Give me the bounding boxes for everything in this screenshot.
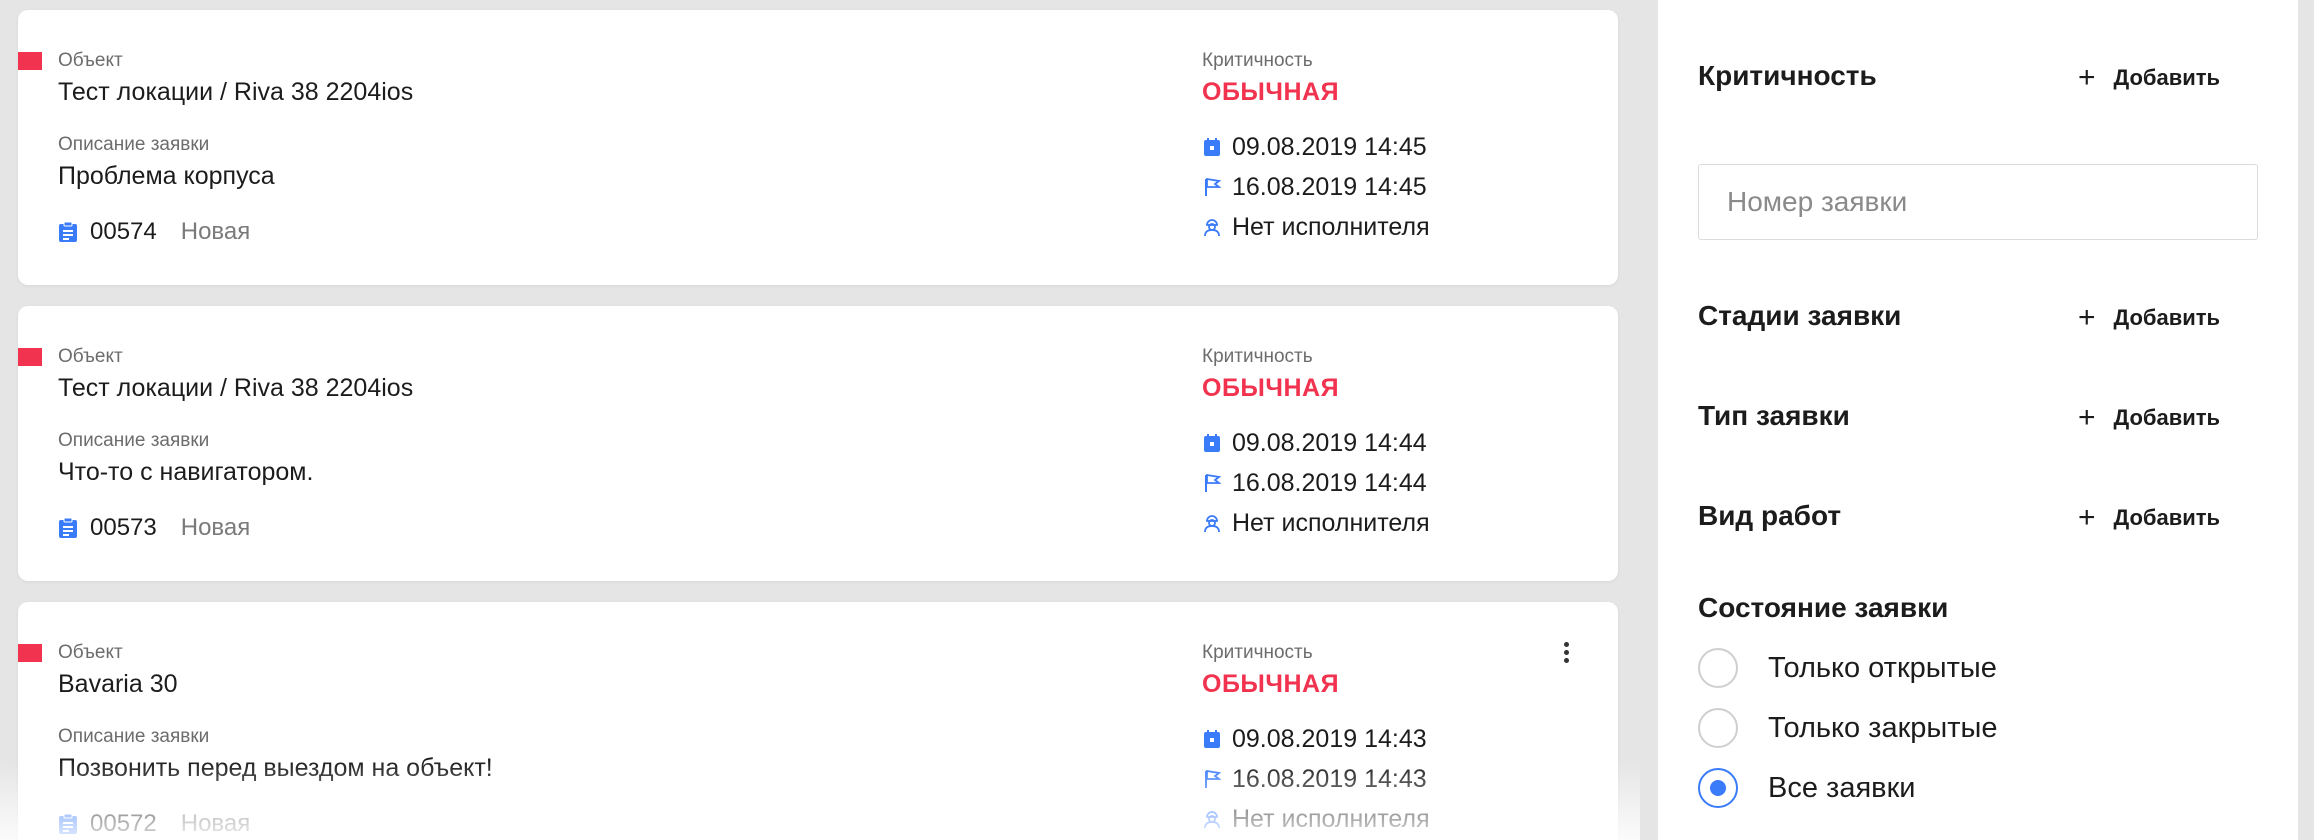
created-date: 09.08.2019 14:44 xyxy=(1232,428,1427,457)
state-option-label: Только открытые xyxy=(1768,651,1997,684)
type-filter-title: Тип заявки xyxy=(1698,400,1850,431)
ticket-card[interactable]: Объект Тест локации / Riva 38 2204ios Оп… xyxy=(18,10,1618,285)
add-label: Добавить xyxy=(2113,405,2221,430)
flag-icon xyxy=(1202,768,1222,790)
deadline-row: 16.08.2019 14:44 xyxy=(1202,466,1427,500)
calendar-icon xyxy=(1202,136,1222,158)
add-work-type-button[interactable]: + Добавить xyxy=(2078,498,2220,538)
state-option-label: Все заявки xyxy=(1768,771,1916,804)
assignee-value: Нет исполнителя xyxy=(1232,212,1430,241)
object-value: Тест локации / Riva 38 2204ios xyxy=(58,374,414,402)
plus-icon: + xyxy=(2078,301,2096,334)
add-criticality-button[interactable]: + Добавить xyxy=(2078,58,2220,98)
deadline-row: 16.08.2019 14:45 xyxy=(1202,170,1427,204)
criticality-label: Критичность xyxy=(1202,642,1313,663)
deadline-date: 16.08.2019 14:45 xyxy=(1232,172,1427,201)
assignee-row: Нет исполнителя xyxy=(1202,802,1430,836)
calendar-icon xyxy=(1202,728,1222,750)
criticality-value: ОБЫЧНАЯ xyxy=(1202,670,1340,698)
radio-button-selected[interactable] xyxy=(1698,768,1738,808)
worker-icon xyxy=(1202,216,1222,238)
work-type-filter-title: Вид работ xyxy=(1698,500,1842,531)
add-label: Добавить xyxy=(2113,305,2221,330)
worker-icon xyxy=(1202,808,1222,830)
criticality-label: Критичность xyxy=(1202,50,1313,71)
state-option-label: Только закрытые xyxy=(1768,711,1998,744)
description-value: Позвонить перед выездом на объект! xyxy=(58,754,493,782)
assignee-value: Нет исполнителя xyxy=(1232,804,1430,833)
deadline-row: 16.08.2019 14:43 xyxy=(1202,762,1427,796)
assignee-row: Нет исполнителя xyxy=(1202,210,1430,244)
ticket-status: Новая xyxy=(180,218,251,245)
state-filter-title: Состояние заявки xyxy=(1698,592,1949,623)
criticality-value: ОБЫЧНАЯ xyxy=(1202,78,1340,106)
add-label: Добавить xyxy=(2113,65,2221,90)
ticket-status: Новая xyxy=(180,514,251,541)
object-label: Объект xyxy=(58,346,123,367)
ticket-number-row: 00573 Новая xyxy=(58,512,250,544)
add-type-button[interactable]: + Добавить xyxy=(2078,398,2220,438)
object-label: Объект xyxy=(58,50,123,71)
description-label: Описание заявки xyxy=(58,430,210,451)
state-option-closed[interactable]: Только закрытые xyxy=(1698,706,1998,750)
state-option-all[interactable]: Все заявки xyxy=(1698,766,1915,810)
ticket-number-row: 00574 Новая xyxy=(58,216,250,248)
deadline-date: 16.08.2019 14:44 xyxy=(1232,468,1427,497)
criticality-value: ОБЫЧНАЯ xyxy=(1202,374,1340,402)
description-value: Что-то с навигатором. xyxy=(58,458,314,486)
criticality-flag xyxy=(18,644,42,662)
created-date-row: 09.08.2019 14:45 xyxy=(1202,130,1427,164)
worker-icon xyxy=(1202,512,1222,534)
clipboard-icon xyxy=(59,221,77,242)
add-label: Добавить xyxy=(2113,505,2221,530)
object-label: Объект xyxy=(58,642,123,663)
clipboard-icon xyxy=(59,813,77,834)
description-label: Описание заявки xyxy=(58,134,210,155)
ticket-status: Новая xyxy=(180,810,251,837)
deadline-date: 16.08.2019 14:43 xyxy=(1232,764,1427,793)
assignee-value: Нет исполнителя xyxy=(1232,508,1430,537)
radio-button[interactable] xyxy=(1698,648,1738,688)
kebab-menu-icon[interactable] xyxy=(1560,642,1572,668)
created-date-row: 09.08.2019 14:43 xyxy=(1202,722,1427,756)
filter-panel: Критичность + Добавить Стадии заявки + Д… xyxy=(1658,0,2298,840)
ticket-number: 00572 xyxy=(90,810,157,837)
radio-button[interactable] xyxy=(1698,708,1738,748)
created-date: 09.08.2019 14:45 xyxy=(1232,132,1427,161)
assignee-row: Нет исполнителя xyxy=(1202,506,1430,540)
created-date-row: 09.08.2019 14:44 xyxy=(1202,426,1427,460)
ticket-number-search-input[interactable] xyxy=(1698,164,2258,240)
criticality-flag xyxy=(18,52,42,70)
add-stage-button[interactable]: + Добавить xyxy=(2078,298,2220,338)
calendar-icon xyxy=(1202,432,1222,454)
object-value: Тест локации / Riva 38 2204ios xyxy=(58,78,414,106)
ticket-card[interactable]: Объект Bavaria 30 Описание заявки Позвон… xyxy=(18,602,1618,840)
criticality-filter-title: Критичность xyxy=(1698,60,1877,91)
ticket-list: Объект Тест локации / Riva 38 2204ios Оп… xyxy=(0,0,1640,840)
criticality-flag xyxy=(18,348,42,366)
stages-filter-title: Стадии заявки xyxy=(1698,300,1902,331)
ticket-number: 00574 xyxy=(90,218,157,245)
flag-icon xyxy=(1202,176,1222,198)
object-value: Bavaria 30 xyxy=(58,670,178,698)
state-option-open[interactable]: Только открытые xyxy=(1698,646,1997,690)
plus-icon: + xyxy=(2078,401,2096,434)
description-value: Проблема корпуса xyxy=(58,162,275,190)
flag-icon xyxy=(1202,472,1222,494)
clipboard-icon xyxy=(59,517,77,538)
created-date: 09.08.2019 14:43 xyxy=(1232,724,1427,753)
description-label: Описание заявки xyxy=(58,726,210,747)
ticket-card[interactable]: Объект Тест локации / Riva 38 2204ios Оп… xyxy=(18,306,1618,581)
plus-icon: + xyxy=(2078,501,2096,534)
criticality-label: Критичность xyxy=(1202,346,1313,367)
ticket-number-row: 00572 Новая xyxy=(58,808,250,840)
ticket-number: 00573 xyxy=(90,514,157,541)
plus-icon: + xyxy=(2078,61,2096,94)
